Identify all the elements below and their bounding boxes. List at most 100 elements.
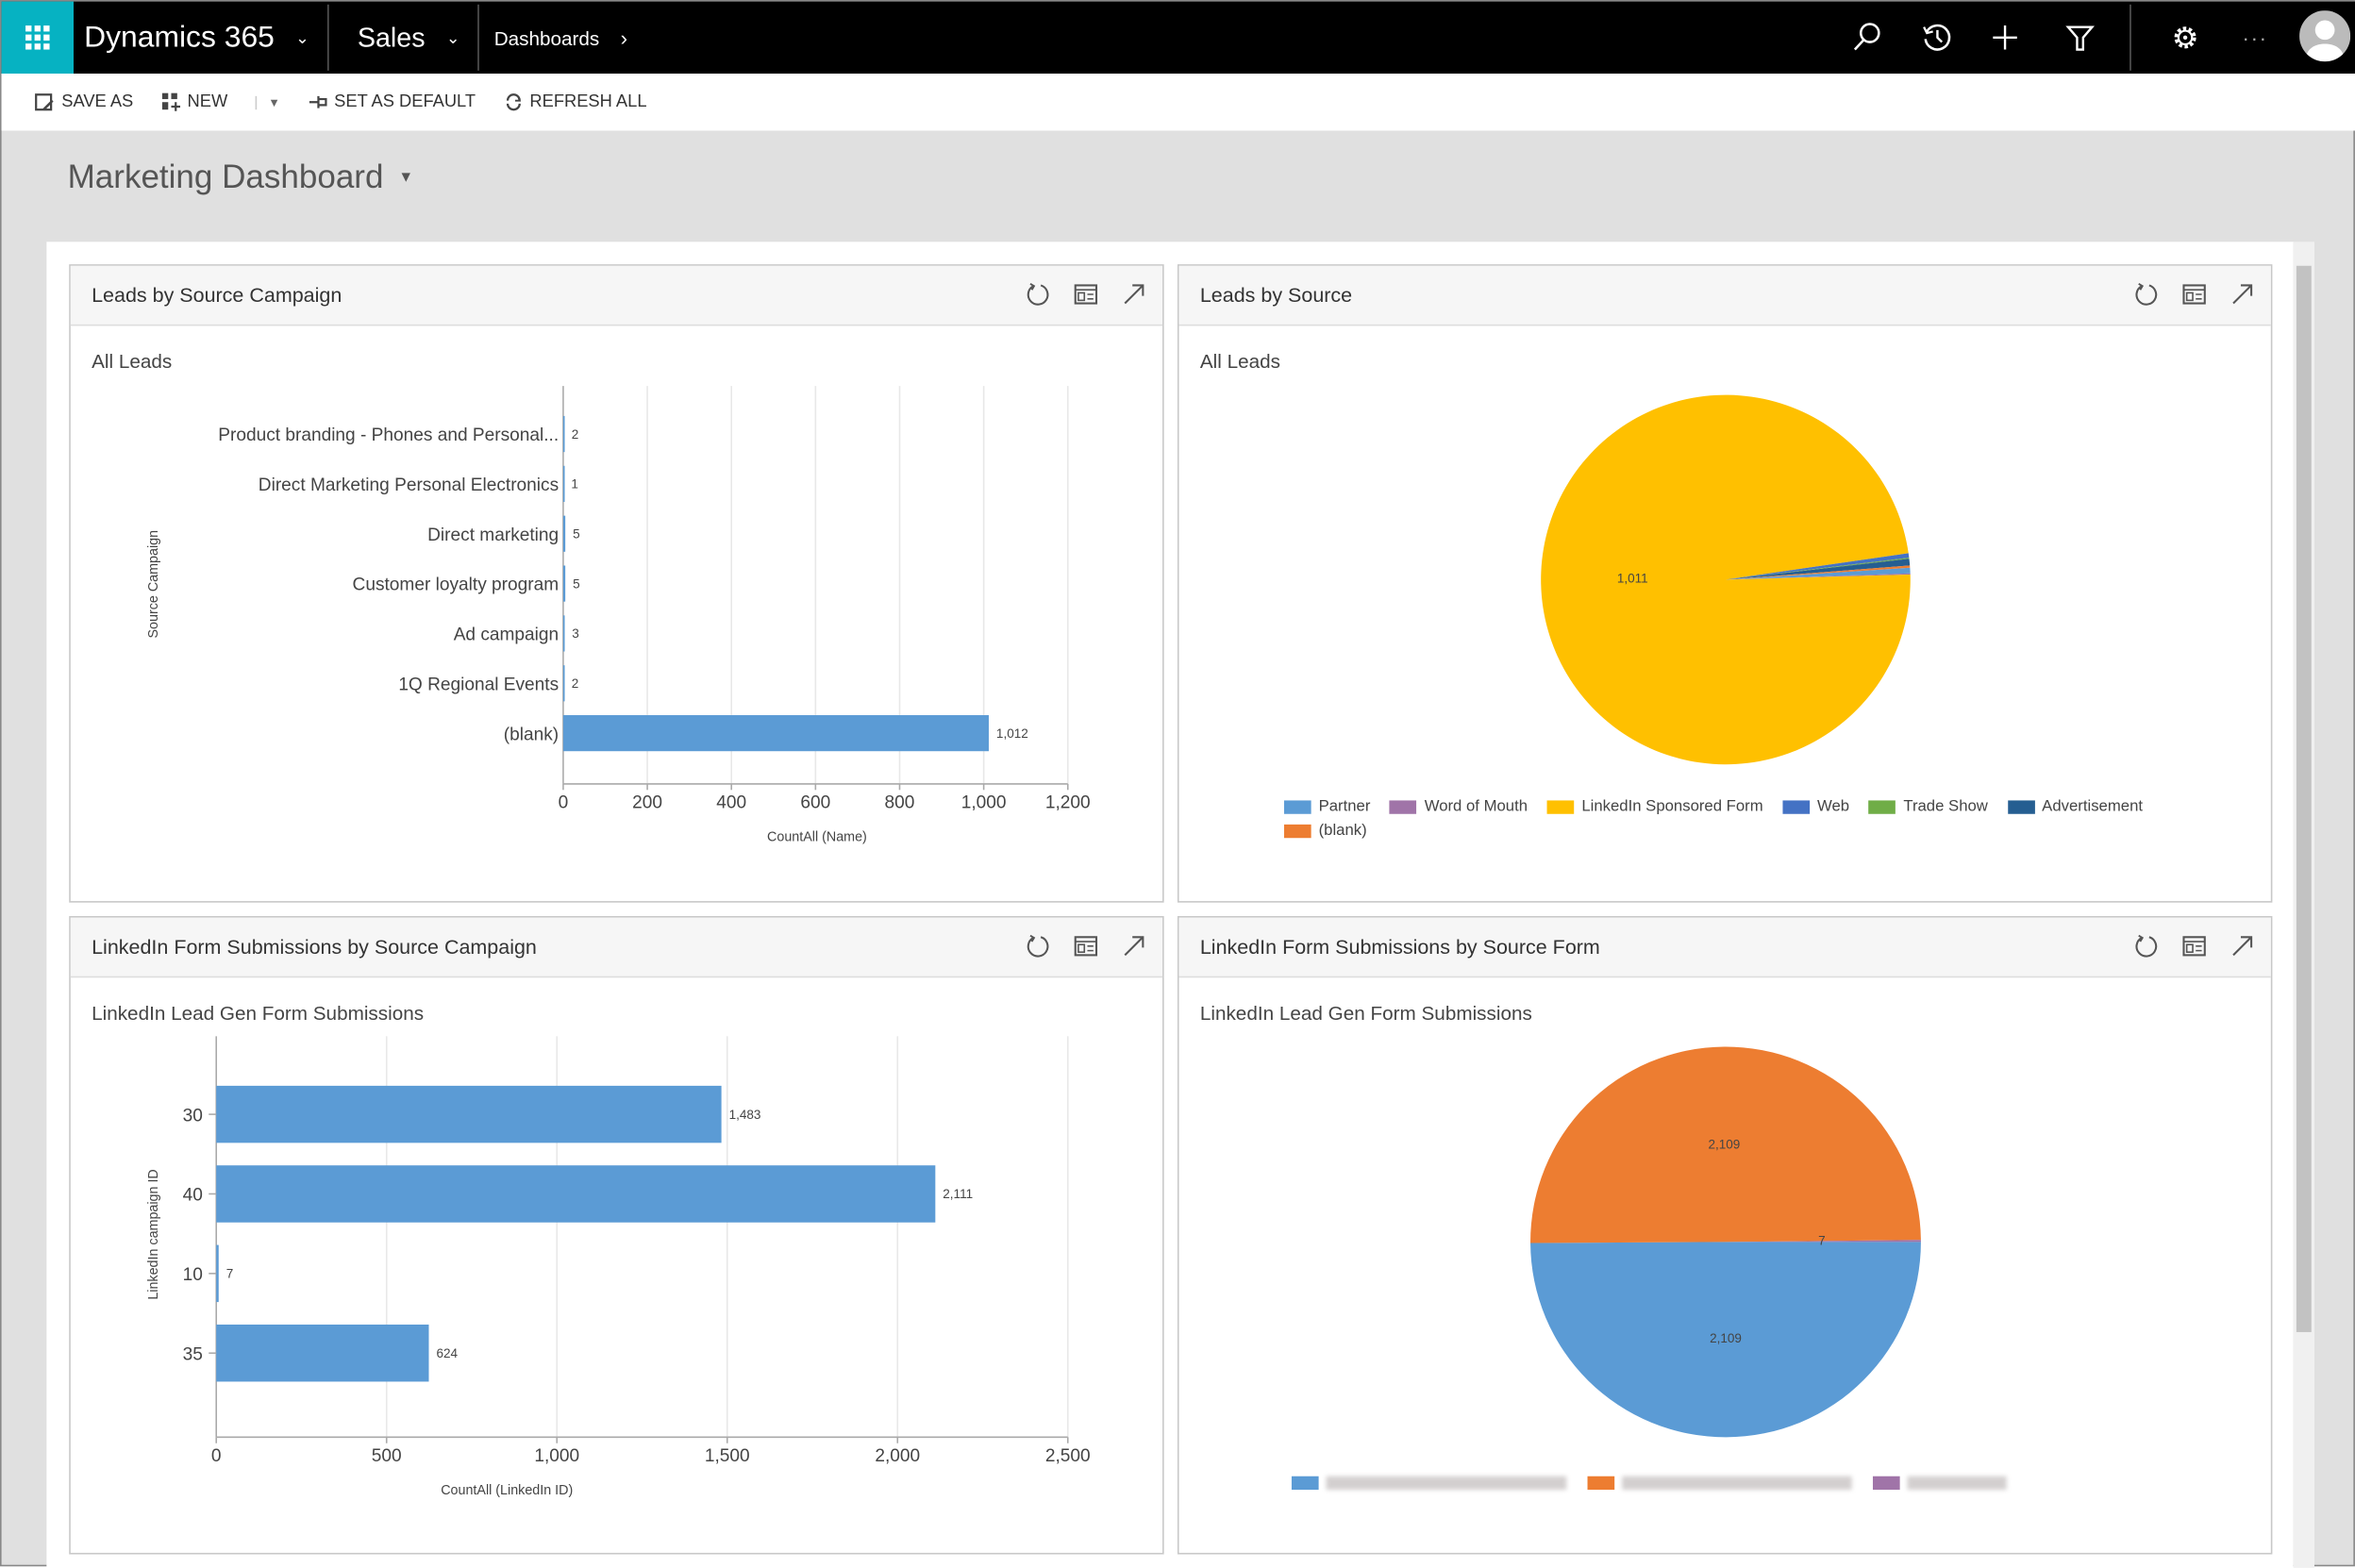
data-label: 1 [571, 477, 578, 492]
chevron-down-icon: ⌄ [295, 29, 309, 48]
chart: 0 500 1,000 1,500 2,000 2,500 CountAll (Linked… [146, 1036, 1091, 1498]
legend-label-obscured [1326, 1476, 1567, 1491]
legend-item[interactable]: Web [1782, 797, 1849, 815]
set-as-default-button[interactable]: SET AS DEFAULT [308, 92, 476, 112]
scrollbar-thumb[interactable] [2296, 265, 2312, 1332]
bar[interactable] [562, 665, 565, 702]
app-window: Dynamics 365 ⌄ Sales ⌄ Dashboards › ··· … [0, 0, 2355, 1568]
legend-label-obscured [1622, 1476, 1852, 1491]
x-tick-label: 200 [632, 792, 662, 812]
bar[interactable] [562, 615, 565, 652]
x-tick-label: 1,500 [705, 1446, 750, 1466]
history-icon[interactable] [1919, 20, 1955, 56]
data-label: 2 [572, 676, 579, 691]
breadcrumb[interactable]: Dashboards › [494, 2, 627, 74]
new-button[interactable]: NEW [160, 92, 227, 112]
bar[interactable] [562, 415, 565, 453]
chart: 0 200 400 600 800 1,000 1,200 CountAll (Name) So… [146, 386, 1091, 844]
legend-item[interactable]: LinkedIn Sponsored Form [1546, 797, 1763, 816]
legend-swatch [1291, 1476, 1319, 1491]
x-tick-label: 1,000 [534, 1446, 579, 1466]
gear-icon[interactable] [2167, 20, 2203, 56]
plus-icon[interactable] [1987, 20, 2023, 56]
refresh-icon [506, 93, 521, 111]
category-label: Direct Marketing Personal Electronics [259, 475, 559, 495]
new-dashboard-icon [161, 92, 180, 111]
chevron-down-icon: ▼ [398, 169, 414, 186]
more-icon[interactable]: ··· [2243, 2, 2268, 74]
category-label: Ad campaign [454, 626, 559, 645]
legend-swatch [1872, 1476, 1900, 1491]
legend-item[interactable] [1872, 1476, 2007, 1491]
legend-label: Partner [1318, 797, 1371, 816]
new-label: NEW [187, 92, 228, 111]
category-label: 30 [183, 1106, 203, 1126]
x-tick-label: 0 [559, 792, 569, 812]
data-label: 2,109 [1708, 1138, 1740, 1152]
legend-item[interactable]: Advertisement [2007, 797, 2144, 816]
data-label: 3 [572, 626, 579, 641]
category-label: Customer loyalty program [353, 575, 560, 595]
data-label: 2,109 [1710, 1331, 1742, 1345]
command-bar: SAVE AS NEW ▼ SET AS DEFAULT REFRESH ALL [1, 73, 2355, 131]
legend-item[interactable]: Partner [1283, 797, 1371, 816]
category-label: 1Q Regional Events [398, 675, 559, 694]
bar[interactable] [562, 515, 566, 552]
refresh-all-label: REFRESH ALL [529, 92, 647, 111]
legend-swatch [1283, 799, 1311, 813]
legend-swatch [1587, 1476, 1615, 1491]
filter-icon[interactable] [2063, 20, 2098, 56]
dashboard-selector[interactable]: Marketing Dashboard ▼ [68, 158, 414, 196]
chart-legend [1291, 1476, 2028, 1491]
legend-label: LinkedIn Sponsored Form [1581, 797, 1763, 816]
app-switcher[interactable]: Dynamics 365 ⌄ [84, 2, 309, 74]
legend-item[interactable]: Word of Mouth [1390, 797, 1528, 815]
legend-item[interactable]: (blank) [1283, 821, 1367, 840]
data-label: 7 [1818, 1234, 1826, 1248]
legend-item[interactable]: Trade Show [1868, 797, 1988, 815]
x-tick-label: 0 [211, 1446, 222, 1466]
legend-item[interactable] [1291, 1476, 1567, 1491]
x-axis-title: CountAll (LinkedIn ID) [441, 1483, 573, 1498]
search-icon[interactable] [1849, 20, 1885, 56]
category-label: 35 [183, 1344, 203, 1364]
legend-label: (blank) [1318, 821, 1367, 840]
chart-legend: Partner Word of Mouth LinkedIn Sponsored F… [1283, 797, 2215, 840]
bar[interactable] [562, 465, 565, 502]
new-dropdown-icon[interactable]: ▼ [254, 95, 280, 109]
bar[interactable] [216, 1324, 429, 1382]
data-label: 1,012 [996, 726, 1028, 741]
breadcrumb-dashboards[interactable]: Dashboards [494, 26, 600, 49]
refresh-all-button[interactable]: REFRESH ALL [503, 92, 647, 112]
legend-swatch [1546, 799, 1575, 813]
data-label: 1,011 [1617, 572, 1648, 586]
legend-swatch [1390, 799, 1417, 813]
top-navigation-bar: Dynamics 365 ⌄ Sales ⌄ Dashboards › ··· [1, 1, 2355, 74]
avatar-icon[interactable] [2299, 10, 2351, 62]
chart: 2,109 2,109 7 [1530, 1046, 1921, 1438]
save-as-button[interactable]: SAVE AS [35, 92, 133, 112]
module-name: Sales [357, 22, 426, 52]
scrollbar[interactable] [2293, 242, 2314, 1568]
divider [477, 4, 479, 71]
bar[interactable] [216, 1085, 722, 1143]
data-label: 5 [573, 576, 580, 591]
save-as-icon [35, 93, 54, 111]
x-tick-label: 500 [372, 1446, 402, 1466]
data-label: 2 [572, 427, 579, 442]
module-switcher[interactable]: Sales ⌄ [358, 2, 460, 74]
legend-label: Advertisement [2042, 797, 2144, 816]
bar[interactable] [216, 1244, 219, 1303]
page-title: Marketing Dashboard [67, 158, 384, 195]
x-tick-label: 2,000 [875, 1446, 920, 1466]
chart-card-leads-by-source-campaign: Leads by Source Campaign All Leads 0 200 4… [69, 264, 1164, 903]
pie-slice[interactable] [1541, 394, 1911, 765]
category-label: 10 [183, 1265, 203, 1285]
x-tick-label: 400 [716, 792, 746, 812]
bar[interactable] [562, 715, 989, 752]
legend-item[interactable] [1587, 1476, 1852, 1491]
bar[interactable] [562, 565, 566, 602]
data-label: 2,111 [943, 1187, 973, 1201]
bar[interactable] [216, 1165, 936, 1223]
waffle-icon[interactable] [1, 1, 74, 74]
